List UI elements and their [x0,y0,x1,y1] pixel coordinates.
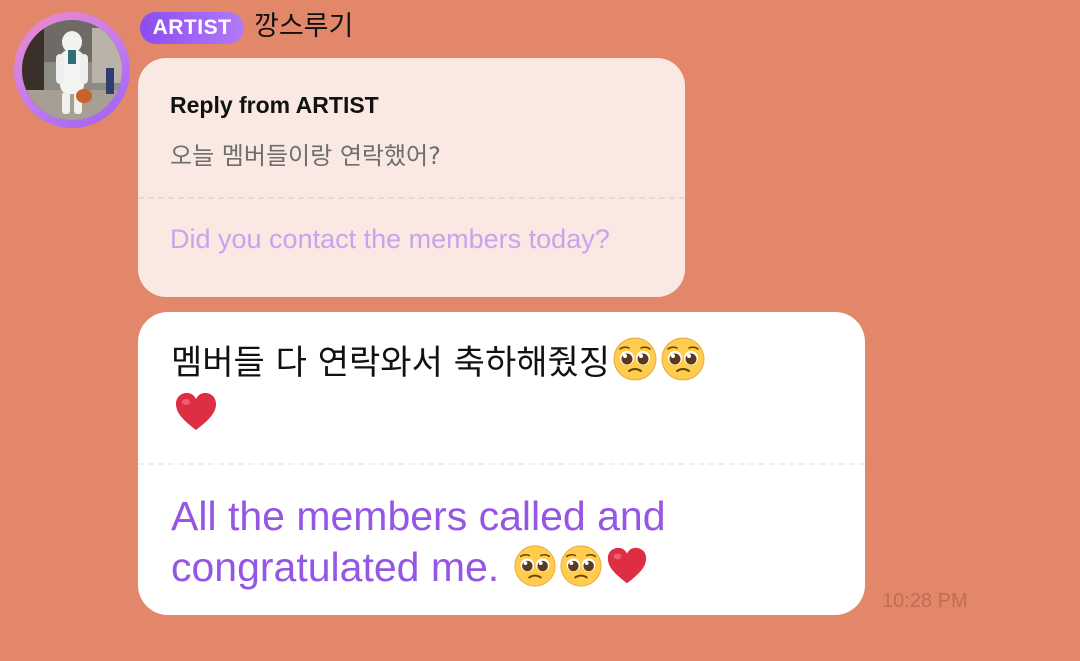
reply-original-text: 오늘 멤버들이랑 연락했어? [170,142,441,170]
pleading-face-icon [661,337,705,381]
pleading-face-icon [560,545,602,587]
message-timestamp: 10:28 PM [882,590,968,612]
pleading-face-icon [514,545,556,587]
message-original: 멤버들 다 연락와서 축하해줬징 [171,336,841,442]
red-heart-icon [607,547,646,584]
message-bubble[interactable]: 멤버들 다 연락와서 축하해줬징 All the members called … [138,312,865,615]
avatar-photo-image [22,20,122,120]
reply-bubble[interactable]: Reply from ARTIST 오늘 멤버들이랑 연락했어? Did you… [138,58,685,297]
red-heart-icon [176,393,216,430]
message-divider [138,463,865,465]
message-translation: All the members called and congratulated… [171,491,841,593]
avatar-photo [22,20,122,120]
message-original-text: 멤버들 다 연락와서 축하해줬징 [171,343,611,383]
avatar[interactable] [14,12,130,128]
artist-name[interactable]: 깡스루기 [254,8,353,46]
reply-divider [138,197,685,199]
artist-badge: ARTIST [140,12,244,44]
reply-title: Reply from ARTIST [170,92,379,118]
reply-translation: Did you contact the members today? [170,224,610,254]
pleading-face-icon [613,337,657,381]
